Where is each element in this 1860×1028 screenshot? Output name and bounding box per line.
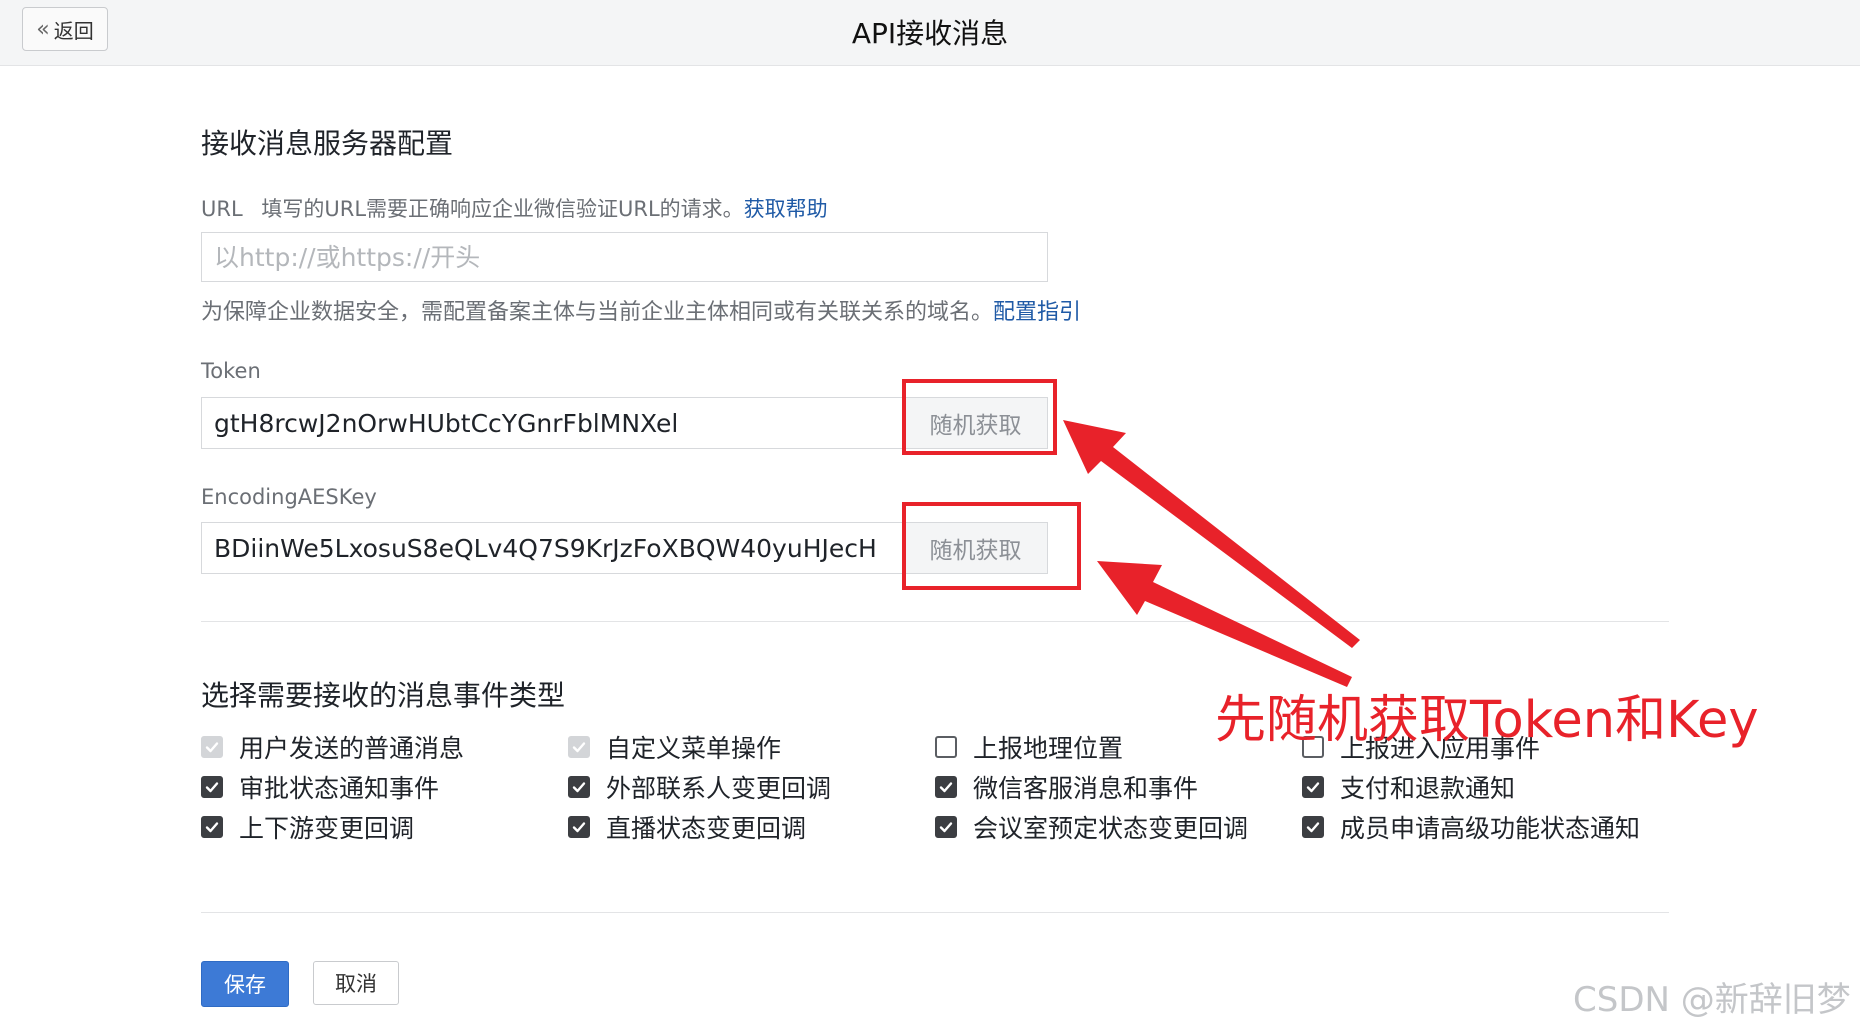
event-type-option[interactable]: 上下游变更回调	[201, 809, 414, 845]
event-type-option[interactable]: 上报地理位置	[935, 729, 1123, 765]
event-type-label: 上报地理位置	[973, 734, 1124, 763]
event-type-label: 自定义菜单操作	[606, 734, 782, 763]
url-input[interactable]	[201, 232, 1048, 282]
checkbox-checked-icon[interactable]	[201, 776, 223, 798]
domain-hint: 为保障企业数据安全，需配置备案主体与当前企业主体相同或有关联关系的域名。配置指引	[201, 294, 1081, 326]
aes-key-highlight-box	[902, 502, 1081, 590]
config-guide-link[interactable]: 配置指引	[993, 300, 1081, 325]
event-type-option[interactable]: 直播状态变更回调	[568, 809, 806, 845]
event-type-option[interactable]: 微信客服消息和事件	[935, 769, 1198, 805]
event-type-label: 微信客服消息和事件	[973, 774, 1199, 803]
event-type-label: 外部联系人变更回调	[606, 774, 832, 803]
event-type-option[interactable]: 审批状态通知事件	[201, 769, 439, 805]
url-label-row: URL 填写的URL需要正确响应企业微信验证URL的请求。获取帮助	[201, 193, 828, 223]
event-type-label: 上下游变更回调	[239, 814, 415, 843]
top-bar: « 返回 API接收消息	[0, 0, 1860, 66]
event-types-title: 选择需要接收的消息事件类型	[201, 679, 566, 712]
url-label: URL	[201, 197, 243, 221]
event-type-option[interactable]: 支付和退款通知	[1302, 769, 1515, 805]
server-config-title: 接收消息服务器配置	[201, 127, 454, 160]
page-title: API接收消息	[851, 17, 1009, 50]
aes-key-input[interactable]	[201, 522, 905, 574]
checkbox-checked-icon[interactable]	[201, 816, 223, 838]
event-type-option[interactable]: 外部联系人变更回调	[568, 769, 831, 805]
token-label: Token	[201, 359, 261, 383]
arrow-to-token-button	[1063, 420, 1360, 648]
checkbox-unchecked-icon[interactable]	[935, 736, 957, 758]
event-type-option: 用户发送的普通消息	[201, 729, 464, 765]
arrow-to-aes-key-button	[1097, 561, 1352, 687]
checkbox-checked-icon[interactable]	[1302, 816, 1324, 838]
checkbox-checked-icon[interactable]	[935, 776, 957, 798]
checkbox-checked-icon	[201, 736, 223, 758]
event-type-label: 审批状态通知事件	[239, 774, 440, 803]
aes-key-label: EncodingAESKey	[201, 485, 377, 509]
url-description: 填写的URL需要正确响应企业微信验证URL的请求。	[261, 197, 744, 221]
event-type-option[interactable]: 成员申请高级功能状态通知	[1302, 809, 1640, 845]
domain-hint-text: 为保障企业数据安全，需配置备案主体与当前企业主体相同或有关联关系的域名。	[201, 300, 994, 325]
checkbox-checked-icon[interactable]	[568, 816, 590, 838]
checkbox-checked-icon[interactable]	[935, 816, 957, 838]
event-type-option: 自定义菜单操作	[568, 729, 781, 765]
event-type-label: 会议室预定状态变更回调	[973, 814, 1249, 843]
token-input[interactable]	[201, 397, 905, 449]
checkbox-checked-icon	[568, 736, 590, 758]
csdn-watermark: CSDN @新辞旧梦	[1573, 980, 1851, 1020]
token-highlight-box	[902, 379, 1057, 455]
event-type-label: 直播状态变更回调	[606, 814, 807, 843]
save-button[interactable]: 保存	[201, 961, 289, 1007]
get-help-link[interactable]: 获取帮助	[744, 197, 828, 221]
cancel-button[interactable]: 取消	[313, 961, 399, 1005]
footer-divider	[201, 912, 1669, 913]
event-type-option[interactable]: 会议室预定状态变更回调	[935, 809, 1248, 845]
checkbox-checked-icon[interactable]	[568, 776, 590, 798]
event-type-label: 支付和退款通知	[1340, 774, 1516, 803]
annotation-text: 先随机获取Token和Key	[1215, 691, 1759, 750]
event-type-label: 成员申请高级功能状态通知	[1340, 814, 1641, 843]
checkbox-checked-icon[interactable]	[1302, 776, 1324, 798]
section-divider	[201, 621, 1669, 622]
event-type-label: 用户发送的普通消息	[239, 734, 465, 763]
